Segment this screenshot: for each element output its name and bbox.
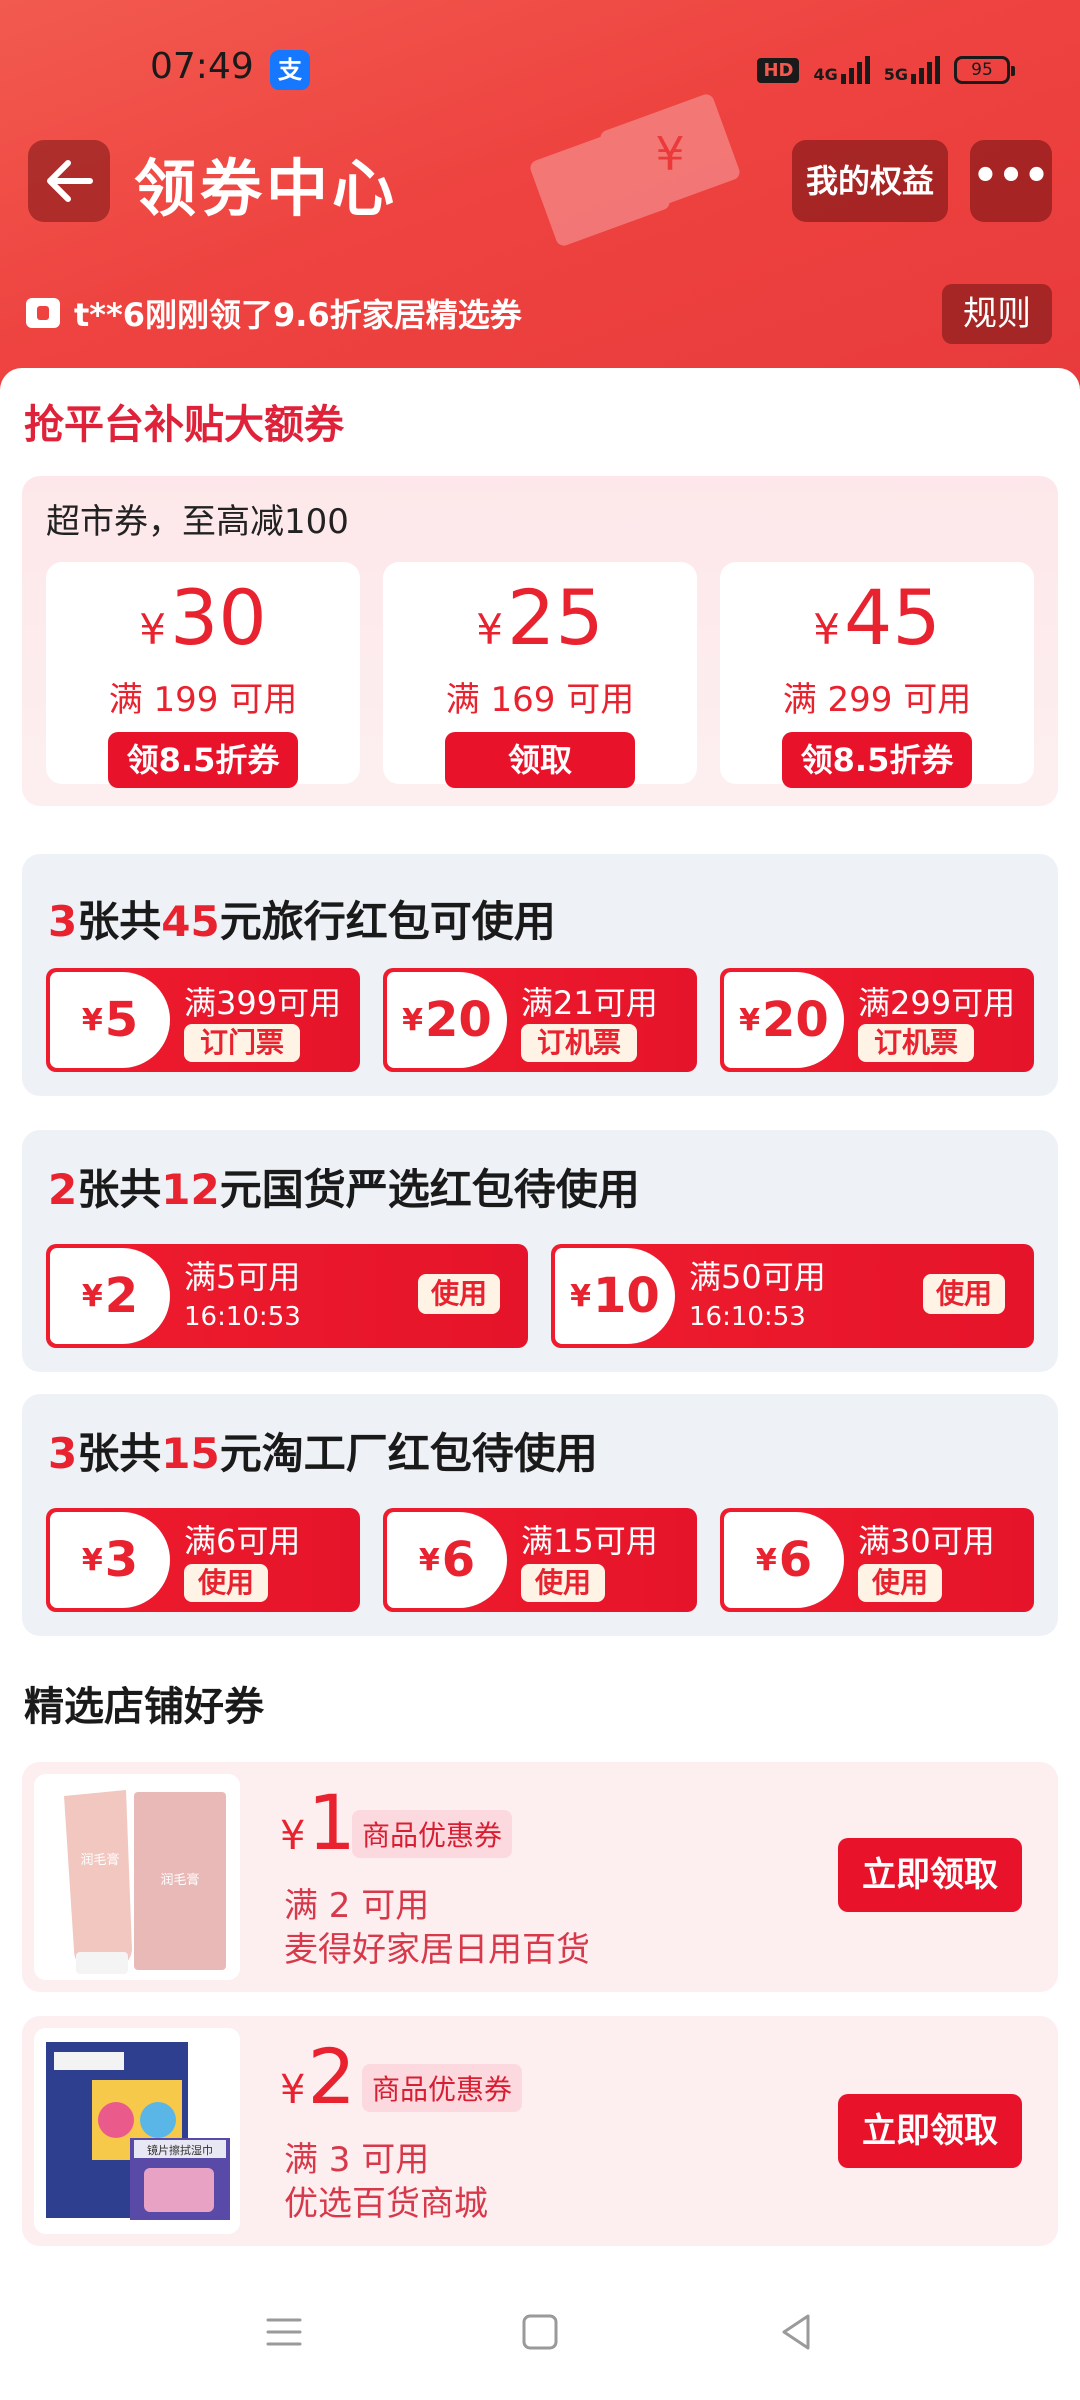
shop-coupon-card: 润毛膏 润毛膏 ¥1 商品优惠券 满 2 可用 麦得好家居日用百货 立即领取 (22, 1762, 1058, 1992)
use-button[interactable]: 使用 (923, 1274, 1005, 1314)
guohuo-voucher[interactable]: ¥2 满5可用 16:10:53 使用 (46, 1244, 528, 1348)
flight-tag: 订机票 (521, 1024, 637, 1062)
claim-notice: t**6刚刚领了9.6折家居精选券 (26, 290, 522, 336)
arrow-left-icon (47, 160, 93, 202)
coupon-condition: 满 3 可用 (284, 2140, 430, 2180)
platform-subtitle: 超市券，至高减100 (46, 502, 349, 542)
system-nav-bar (0, 2272, 1080, 2400)
voucher-condition: 满5可用 (184, 1258, 301, 1296)
product-coupon-badge: 商品优惠券 (362, 2064, 523, 2112)
use-button[interactable]: 使用 (858, 1564, 942, 1602)
use-button[interactable]: 使用 (184, 1564, 268, 1602)
coupon-condition: 满 169 可用 (445, 680, 635, 720)
alipay-app-icon: 支 (270, 50, 310, 90)
ticket-icon (26, 298, 60, 328)
factory-voucher[interactable]: ¥3 满6可用 使用 (46, 1508, 360, 1612)
battery-icon: 95 (954, 56, 1015, 84)
travel-voucher[interactable]: ¥5 满399可用 订门票 (46, 968, 360, 1072)
factory-voucher[interactable]: ¥6 满30可用 使用 (720, 1508, 1034, 1612)
cream-tube-icon: 润毛膏 润毛膏 (34, 1774, 240, 1980)
travel-voucher[interactable]: ¥20 满21可用 订机票 (383, 968, 697, 1072)
more-menu-button[interactable]: ••• (970, 140, 1052, 222)
use-button[interactable]: 使用 (521, 1564, 605, 1602)
coupon-amount: 1 (307, 1778, 356, 1867)
countdown-timer: 16:10:53 (184, 1302, 301, 1332)
claim-button[interactable]: 领取 (445, 732, 635, 788)
voucher-amount: 20 (762, 992, 829, 1048)
signal-4g-icon: 4G (813, 56, 870, 84)
voucher-amount: 6 (441, 1532, 476, 1588)
svg-text:润毛膏: 润毛膏 (80, 1852, 119, 1868)
voucher-amount: 2 (104, 1268, 139, 1324)
coupon-amount: 2 (307, 2032, 356, 2121)
travel-voucher[interactable]: ¥20 满299可用 订机票 (720, 968, 1034, 1072)
voucher-condition: 满299可用 (858, 984, 1016, 1022)
coupon-condition: 满 199 可用 (108, 680, 298, 720)
voucher-amount: 20 (425, 992, 492, 1048)
shop-name: 优选百货商城 (284, 2184, 488, 2224)
voucher-condition: 满15可用 (521, 1522, 658, 1560)
claim-discount-button[interactable]: 领8.5折券 (108, 732, 298, 788)
voucher-condition: 满21可用 (521, 984, 658, 1022)
my-rights-button[interactable]: 我的权益 (792, 140, 948, 222)
signal-5g-icon: 5G (884, 56, 940, 84)
voucher-amount: 5 (104, 992, 139, 1048)
shops-section-title: 精选店铺好券 (24, 1684, 264, 1730)
header: 07:49 支 HD 4G 5G 95 领券中心 ¥ 我的权益 ••• t**6… (0, 0, 1080, 400)
countdown-timer: 16:10:53 (689, 1302, 806, 1332)
product-coupon-badge: 商品优惠券 (352, 1810, 513, 1858)
factory-voucher[interactable]: ¥6 满15可用 使用 (383, 1508, 697, 1612)
ticket-tag: 订门票 (184, 1024, 300, 1062)
page-title: 领券中心 (134, 152, 399, 225)
coupon-amount: 45 (844, 573, 941, 662)
svg-text:镜片擦拭湿巾: 镜片擦拭湿巾 (147, 2143, 213, 2157)
shop-coupon-card: 镜片擦拭湿巾 ¥2 商品优惠券 满 3 可用 优选百货商城 立即领取 (22, 2016, 1058, 2246)
guohuo-voucher[interactable]: ¥10 满50可用 16:10:53 使用 (551, 1244, 1034, 1348)
platform-coupon-card: ¥25 满 169 可用 领取 (383, 562, 697, 788)
voucher-condition: 满50可用 (689, 1258, 826, 1296)
home-icon[interactable] (518, 2310, 562, 2354)
claim-now-button[interactable]: 立即领取 (838, 2094, 1022, 2168)
back-button[interactable] (28, 140, 110, 222)
coupon-amount: 25 (507, 573, 604, 662)
claim-now-button[interactable]: 立即领取 (838, 1838, 1022, 1912)
voucher-condition: 满399可用 (184, 984, 342, 1022)
product-image: 镜片擦拭湿巾 (34, 2028, 240, 2234)
voucher-amount: 10 (593, 1268, 660, 1324)
platform-coupon-card: ¥45 满 299 可用 领8.5折券 (720, 562, 1034, 788)
claim-discount-button[interactable]: 领8.5折券 (782, 732, 972, 788)
status-icons: HD 4G 5G 95 (757, 52, 1015, 88)
factory-title: 3张共15元淘工厂红包待使用 (48, 1429, 598, 1478)
use-button[interactable]: 使用 (418, 1274, 500, 1314)
hd-icon: HD (757, 57, 800, 83)
coupon-condition: 满 299 可用 (782, 680, 972, 720)
voucher-condition: 满6可用 (184, 1522, 301, 1560)
shop-name: 麦得好家居日用百货 (284, 1930, 590, 1970)
platform-section-title: 抢平台补贴大额券 (24, 402, 344, 448)
rules-button[interactable]: 规则 (942, 284, 1052, 344)
svg-text:¥: ¥ (655, 127, 684, 181)
coupon-amount: 30 (170, 573, 267, 662)
travel-title: 3张共45元旅行红包可使用 (48, 897, 556, 946)
coupon-condition: 满 2 可用 (284, 1886, 430, 1926)
platform-coupon-card: ¥30 满 199 可用 领8.5折券 (46, 562, 360, 788)
guohuo-title: 2张共12元国货严选红包待使用 (48, 1165, 640, 1214)
svg-text:润毛膏: 润毛膏 (160, 1872, 199, 1888)
menu-icon[interactable] (262, 2310, 306, 2354)
voucher-condition: 满30可用 (858, 1522, 995, 1560)
voucher-amount: 3 (104, 1532, 139, 1588)
status-time: 07:49 (150, 46, 254, 87)
voucher-amount: 6 (778, 1532, 813, 1588)
back-nav-icon[interactable] (774, 2310, 818, 2354)
flight-tag: 订机票 (858, 1024, 974, 1062)
ticket-decoration-icon: ¥ (530, 94, 740, 246)
notice-text: t**6刚刚领了9.6折家居精选券 (74, 296, 522, 334)
product-image: 润毛膏 润毛膏 (34, 1774, 240, 1980)
lens-wipes-box-icon: 镜片擦拭湿巾 (34, 2028, 240, 2234)
